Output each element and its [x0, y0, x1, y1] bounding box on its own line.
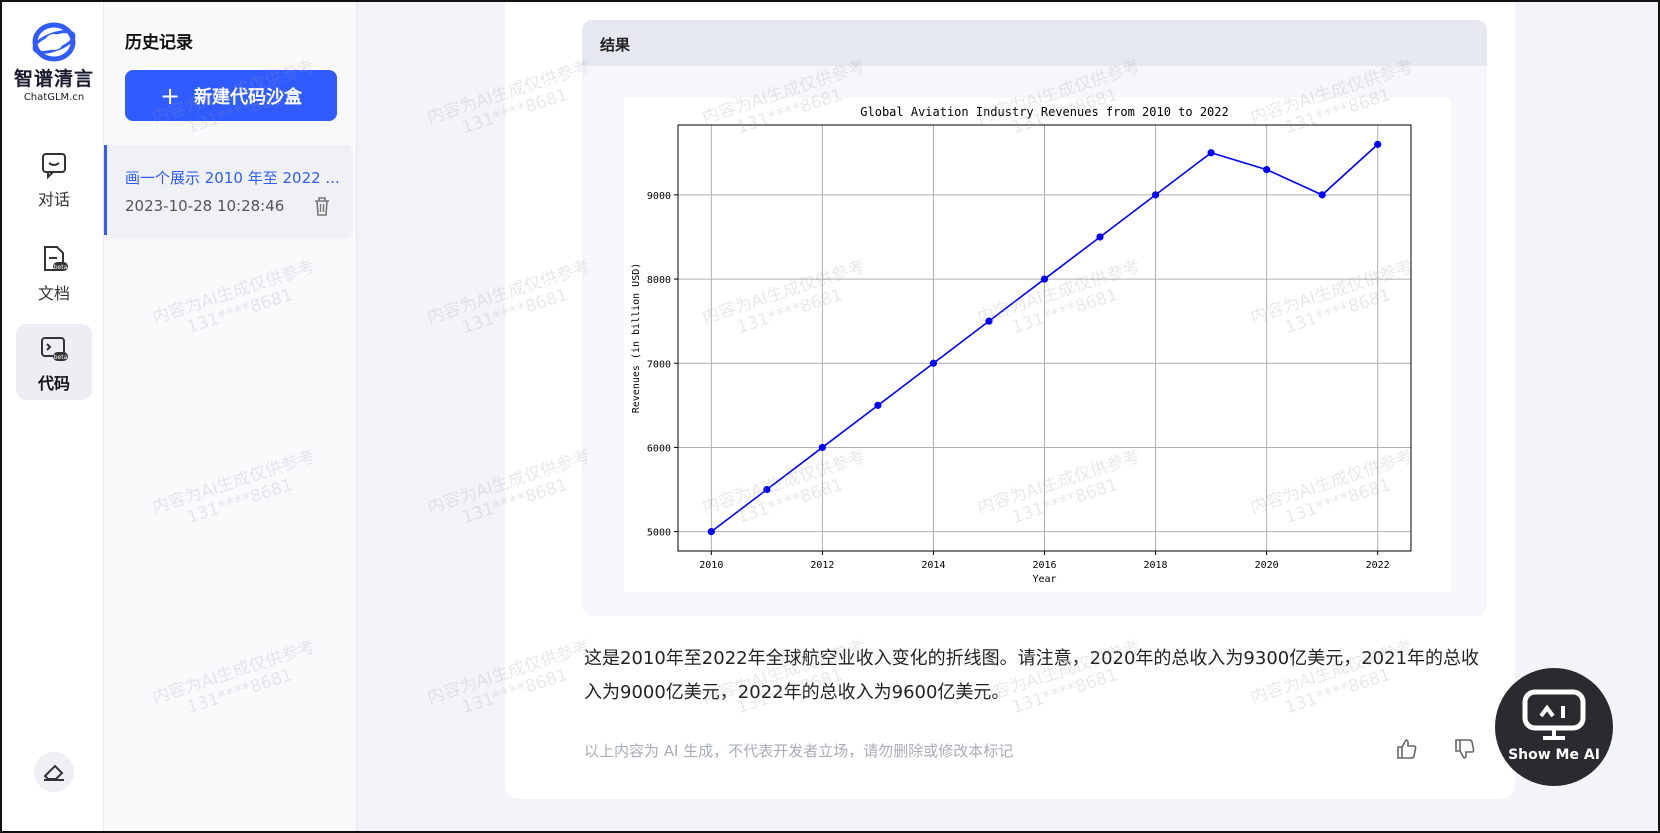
data-point [818, 443, 826, 452]
data-point [985, 317, 993, 325]
chart-image: 2010 2012 2014 2016 2018 2020 2022 5000 6000 7000… [624, 98, 1451, 592]
brand-name: 智谱清言 [13, 68, 94, 90]
plus-icon: + [159, 81, 181, 110]
rail-item-document[interactable]: beta 文档 [16, 234, 92, 310]
app-window: 智谱清言 ChatGLM.cn 对话 beta 文档 beta 代码 历史记录 … [0, 0, 1660, 833]
data-point [1207, 149, 1215, 157]
x-tick-label: 2020 [1255, 560, 1279, 571]
show-me-ai-badge[interactable]: Show Me AI [1495, 668, 1613, 786]
ai-disclaimer: 以上内容为 AI 生成，不代表开发者立场，请勿删除或修改本标记 [584, 742, 1014, 760]
rail-item-label: 文档 [37, 284, 70, 303]
x-tick-label: 2012 [810, 560, 834, 571]
x-axis-label: Year [1032, 574, 1056, 585]
data-point [1318, 191, 1326, 199]
answer-text: 这是2010年至2022年全球航空业收入变化的折线图。请注意，2020年的总收入… [584, 648, 1480, 703]
chatglm-logo-icon [32, 22, 76, 62]
rail-item-label: 对话 [37, 190, 70, 209]
data-point [763, 485, 771, 494]
data-point [929, 359, 938, 367]
rail-item-code[interactable]: beta 代码 [16, 324, 92, 400]
brand-domain: ChatGLM.cn [23, 92, 85, 103]
line-chart: 2010 2012 2014 2016 2018 2020 2022 5000 6000 7000… [631, 105, 1412, 585]
y-tick-label: 6000 [647, 443, 671, 454]
history-panel: 历史记录 + 新建代码沙盒 画一个展示 2010 年至 2022 ... 202… [104, 2, 357, 831]
document-icon: beta [44, 246, 68, 271]
history-item-title: 画一个展示 2010 年至 2022 ... [125, 169, 340, 187]
y-tick-label: 8000 [647, 275, 671, 286]
data-point [1040, 275, 1049, 283]
icon-rail: 智谱清言 ChatGLM.cn 对话 beta 文档 beta 代码 [2, 2, 104, 831]
y-tick-label: 5000 [647, 528, 671, 539]
data-point [1151, 191, 1160, 199]
y-axis-label: Revenues (in billion USD) [631, 263, 642, 414]
robot-tv-icon [1522, 689, 1586, 740]
rail-item-label: 代码 [37, 374, 70, 393]
show-me-ai-label: Show Me AI [1508, 747, 1600, 763]
data-point [1096, 233, 1104, 241]
x-tick-label: 2022 [1366, 560, 1390, 571]
eraser-icon [43, 764, 64, 781]
x-tick-label: 2014 [921, 560, 945, 571]
history-item[interactable]: 画一个展示 2010 年至 2022 ... 2023-10-28 10:28:… [104, 145, 351, 235]
y-tick-label: 7000 [647, 359, 671, 370]
chat-icon [42, 153, 66, 180]
data-point [707, 528, 715, 536]
svg-text:beta: beta [54, 264, 68, 271]
result-header: 结果 [582, 20, 1487, 66]
y-tick-label: 9000 [647, 191, 671, 202]
trash-icon[interactable] [311, 195, 333, 217]
data-point [874, 401, 882, 409]
rail-item-chat[interactable]: 对话 [16, 140, 92, 216]
new-sandbox-label: 新建代码沙盒 [194, 86, 303, 108]
history-title: 历史记录 [125, 33, 193, 53]
history-item-time: 2023-10-28 10:28:46 [125, 197, 285, 215]
brand-logo[interactable]: 智谱清言 ChatGLM.cn [12, 22, 96, 103]
thumbs-down-icon[interactable] [1453, 737, 1477, 761]
data-point [1263, 166, 1271, 174]
x-tick-label: 2016 [1032, 560, 1056, 571]
thumbs-up-icon[interactable] [1395, 737, 1419, 761]
code-icon: beta [41, 337, 68, 361]
x-tick-label: 2018 [1144, 560, 1168, 571]
svg-text:beta: beta [54, 354, 68, 361]
chart-title: Global Aviation Industry Revenues from 2… [860, 105, 1228, 119]
data-point [1374, 140, 1382, 148]
clear-button[interactable] [34, 752, 74, 792]
new-sandbox-button[interactable]: + 新建代码沙盒 [125, 70, 337, 121]
x-tick-label: 2010 [699, 560, 723, 571]
